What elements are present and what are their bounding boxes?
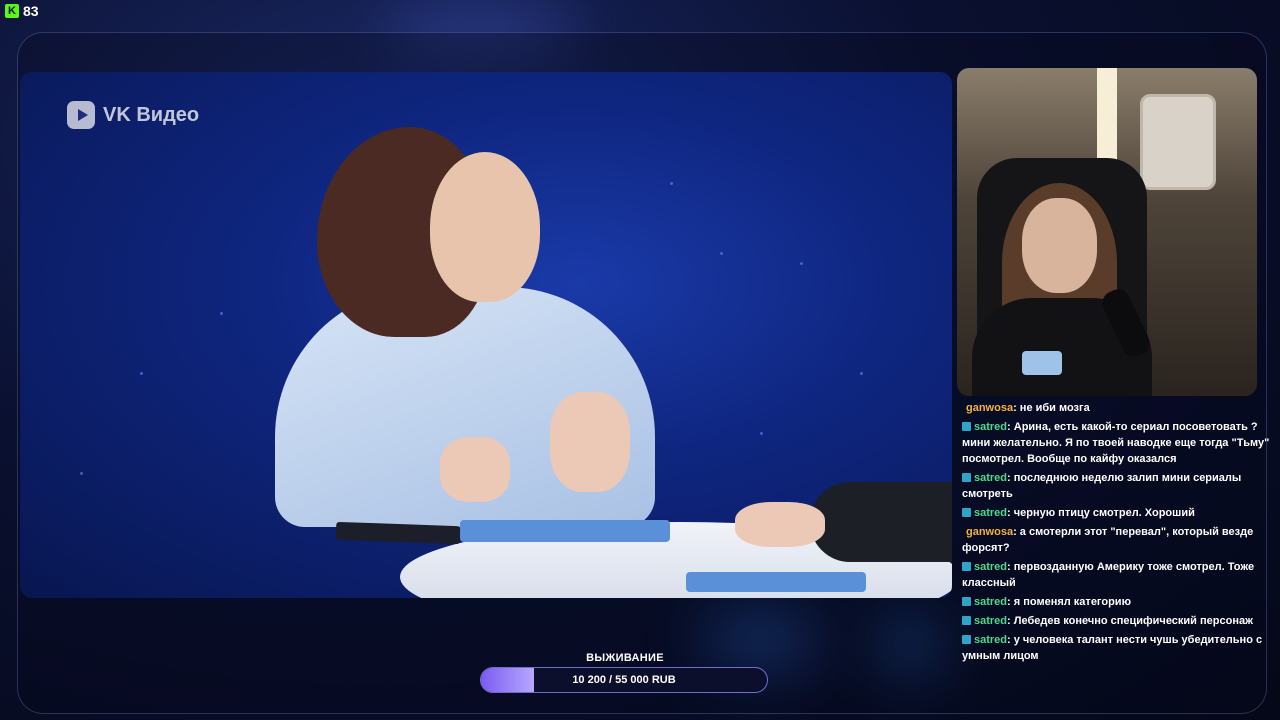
streamer-phone: [1022, 351, 1062, 375]
subscriber-badge-icon: [962, 616, 971, 625]
chat-message-text: : я поменял категорию: [1007, 596, 1131, 608]
goal-progress-bar: 10 200 / 55 000 RUB: [480, 667, 768, 693]
chat-panel[interactable]: ganwosa: не иби мозга satred: Арина, есть…: [962, 400, 1278, 662]
chat-message-text: : у человека талант нести чушь убедитель…: [962, 634, 1263, 662]
guest-hand-right: [550, 392, 630, 492]
chat-message-text: : черную птицу смотрел. Хороший: [1007, 507, 1195, 519]
chat-username[interactable]: satred: [974, 615, 1007, 627]
streamer-webcam[interactable]: [957, 68, 1257, 396]
table-phone: [335, 521, 461, 545]
viewer-count-value: 83: [23, 3, 39, 19]
chat-message-text: : Арина, есть какой-то сериал посоветова…: [962, 421, 1270, 465]
chat-message: satred: Лебедев конечно специфический пе…: [962, 613, 1278, 629]
chat-message: satred: последнюю неделю залип мини сери…: [962, 470, 1278, 502]
chat-message: satred: черную птицу смотрел. Хороший: [962, 505, 1278, 521]
chat-username[interactable]: ganwosa: [966, 402, 1013, 414]
chat-message: satred: первозданную Америку тоже смотре…: [962, 559, 1278, 591]
chat-username[interactable]: satred: [974, 634, 1007, 646]
goal-progress-text: 10 200 / 55 000 RUB: [572, 674, 676, 686]
goal-title: ВЫЖИВАНИЕ: [586, 652, 664, 664]
chat-message-text: : не иби мозга: [1013, 402, 1090, 414]
vk-watermark-text: VK Видео: [103, 103, 200, 126]
chat-username[interactable]: satred: [974, 472, 1007, 484]
streamer-face: [1022, 198, 1097, 293]
subscriber-badge-icon: [962, 562, 971, 571]
subscriber-badge-icon: [962, 597, 971, 606]
guest-hand-left: [440, 437, 510, 502]
chat-message: satred: я поменял категорию: [962, 594, 1278, 610]
chat-message: satred: у человека талант нести чушь убе…: [962, 632, 1278, 664]
chat-message: ganwosa: а смотерли этот "перевал", кото…: [962, 524, 1278, 556]
vk-video-watermark: VK Видео: [67, 101, 199, 129]
chat-username[interactable]: ganwosa: [966, 526, 1013, 538]
chat-username[interactable]: satred: [974, 596, 1007, 608]
mirror: [1140, 94, 1216, 190]
host-arm: [810, 482, 952, 562]
main-video-player[interactable]: VK Видео: [20, 72, 952, 598]
chat-message: satred: Арина, есть какой-то сериал посо…: [962, 419, 1278, 467]
chat-message-text: : Лебедев конечно специфический персонаж: [1007, 615, 1253, 627]
answer-tray-right: [686, 572, 866, 592]
answer-tray-left: [460, 520, 670, 542]
subscriber-badge-icon: [962, 635, 971, 644]
subscriber-badge-icon: [962, 422, 971, 431]
chat-username[interactable]: satred: [974, 421, 1007, 433]
subscriber-badge-icon: [962, 473, 971, 482]
host-hand: [735, 502, 825, 547]
chat-username[interactable]: satred: [974, 507, 1007, 519]
guest-face: [430, 152, 540, 302]
chat-username[interactable]: satred: [974, 561, 1007, 573]
vk-play-icon: [67, 101, 95, 129]
kick-logo-icon: K: [5, 4, 19, 18]
subscriber-badge-icon: [962, 508, 971, 517]
viewer-count: K 83: [5, 2, 39, 20]
chat-message: ganwosa: не иби мозга: [962, 400, 1278, 416]
